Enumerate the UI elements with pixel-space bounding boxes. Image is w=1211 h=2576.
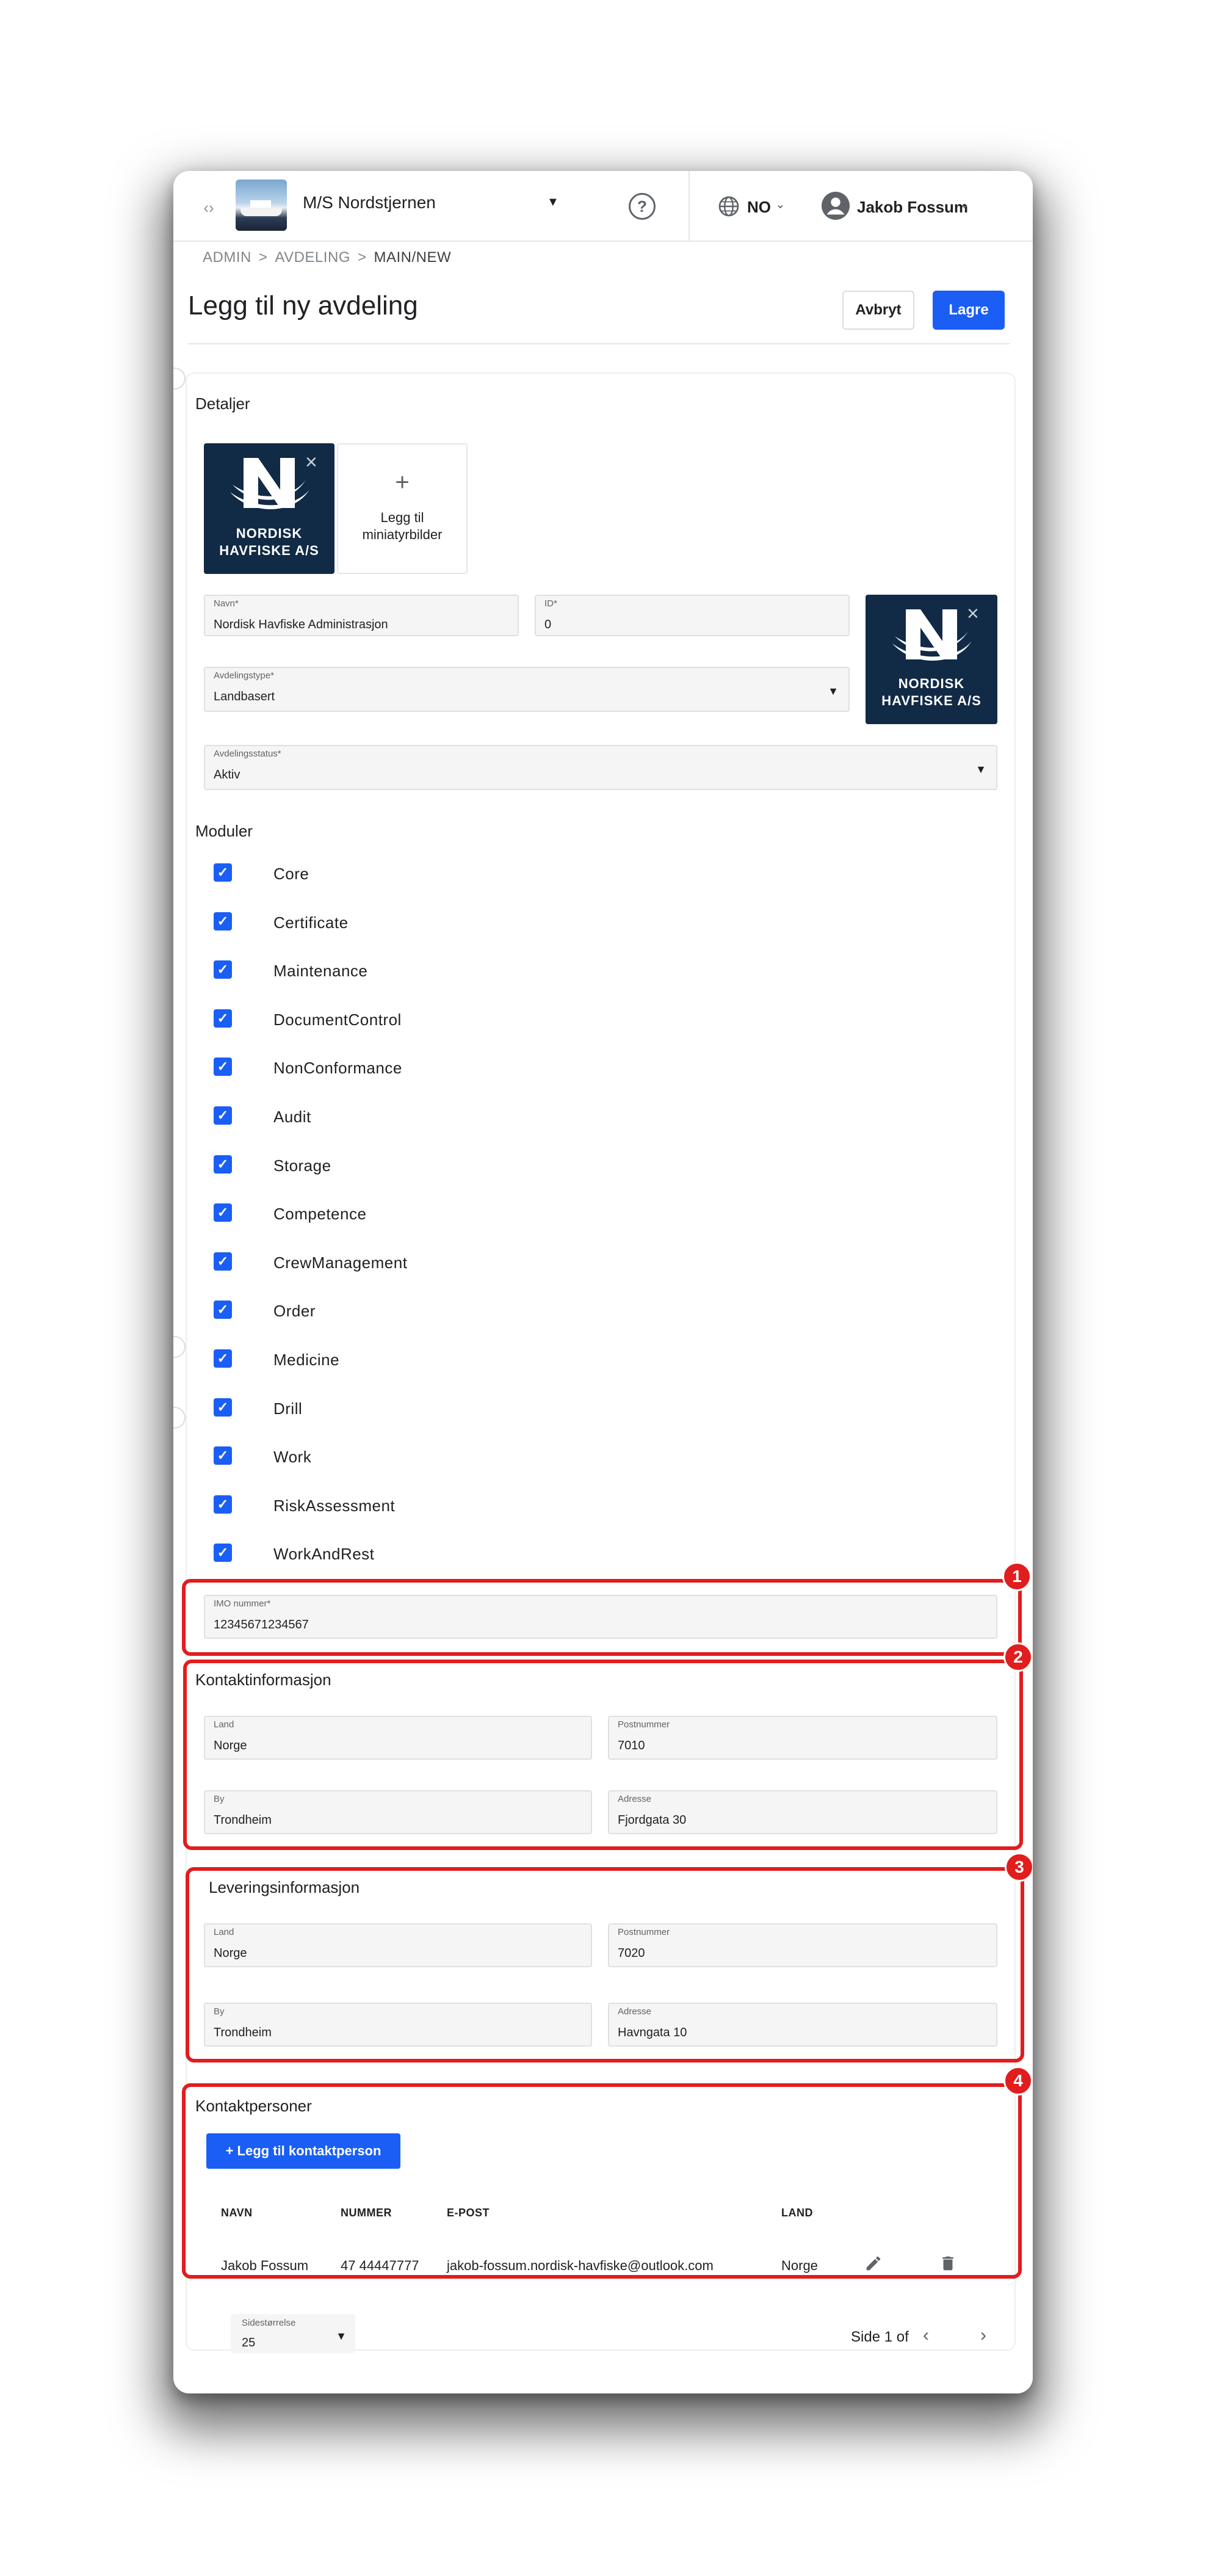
help-icon[interactable]: ? xyxy=(629,193,656,220)
section-title-details: Detaljer xyxy=(195,394,250,413)
caret-down-icon: ▼ xyxy=(975,763,986,775)
checkbox-checked-icon[interactable]: ✓ xyxy=(214,1252,232,1271)
department-type-select[interactable]: Avdelingstype* Landbasert ▼ xyxy=(204,667,850,712)
remove-logo-icon[interactable]: × xyxy=(305,452,317,473)
annotation-badge-2: 2 xyxy=(1003,1642,1033,1672)
caret-down-icon: ▼ xyxy=(828,685,839,697)
annotation-badge-1: 1 xyxy=(1002,1562,1032,1591)
department-logo-preview: × NORDISK HAVFISKE A/S xyxy=(866,595,997,724)
avatar-icon[interactable] xyxy=(822,192,850,220)
logo-mark-icon xyxy=(892,609,972,661)
page-size-select[interactable]: Sidestørrelse 25 ▼ xyxy=(231,2314,355,2353)
caret-down-icon: ▼ xyxy=(336,2330,347,2342)
add-thumbnail-button[interactable]: + Legg til miniatyrbilder xyxy=(337,443,468,574)
chevron-down-icon[interactable]: ⌄ xyxy=(775,197,786,212)
department-status-select[interactable]: Avdelingsstatus* Aktiv ▼ xyxy=(204,745,997,790)
checkbox-checked-icon[interactable]: ✓ xyxy=(214,1155,232,1174)
annotation-badge-3: 3 xyxy=(1005,1852,1033,1882)
globe-icon[interactable] xyxy=(718,195,740,217)
checkbox-checked-icon[interactable]: ✓ xyxy=(214,1058,232,1076)
checkbox-checked-icon[interactable]: ✓ xyxy=(214,1446,232,1465)
breadcrumb-admin[interactable]: ADMIN xyxy=(203,249,251,266)
page-title: Legg til ny avdeling xyxy=(188,291,418,321)
checkbox-checked-icon[interactable]: ✓ xyxy=(214,1544,232,1562)
checkbox-checked-icon[interactable]: ✓ xyxy=(214,912,232,931)
highlight-box-1 xyxy=(182,1579,1022,1656)
remove-logo-icon[interactable]: × xyxy=(967,603,979,624)
checkbox-checked-icon[interactable]: ✓ xyxy=(214,1106,232,1125)
header-divider xyxy=(689,171,690,242)
highlight-box-3 xyxy=(186,1867,1024,2063)
vessel-thumbnail xyxy=(236,180,287,231)
sidebar-toggle-icon[interactable]: ‹› xyxy=(197,195,221,220)
chevron-right-icon[interactable]: › xyxy=(980,2325,986,2346)
sidebar-handle[interactable] xyxy=(173,1336,186,1358)
checkbox-checked-icon[interactable]: ✓ xyxy=(214,1495,232,1514)
id-field[interactable]: ID* 0 xyxy=(535,595,850,636)
breadcrumb-current: MAIN/NEW xyxy=(374,249,452,266)
highlight-box-2 xyxy=(183,1660,1023,1850)
vessel-selector[interactable]: M/S Nordstjernen xyxy=(303,193,436,212)
chevron-down-icon[interactable]: ⌄ xyxy=(960,197,970,212)
sidebar-handle[interactable] xyxy=(173,368,186,390)
name-field[interactable]: Navn* Nordisk Havfiske Administrasjon xyxy=(204,595,519,636)
checkbox-checked-icon[interactable]: ✓ xyxy=(214,1398,232,1417)
breadcrumb-avdeling[interactable]: AVDELING xyxy=(275,249,350,266)
header-divider xyxy=(188,343,1010,344)
checkbox-checked-icon[interactable]: ✓ xyxy=(214,1009,232,1028)
language-selector[interactable]: NO xyxy=(747,198,771,217)
sidebar-handle[interactable] xyxy=(173,1407,186,1429)
save-button[interactable]: Lagre xyxy=(933,291,1005,330)
checkbox-checked-icon[interactable]: ✓ xyxy=(214,863,232,882)
checkbox-checked-icon[interactable]: ✓ xyxy=(214,1301,232,1319)
checkbox-checked-icon[interactable]: ✓ xyxy=(214,1349,232,1368)
user-menu[interactable]: Jakob Fossum xyxy=(857,198,968,217)
logo-mark-icon xyxy=(230,458,309,510)
annotation-badge-4: 4 xyxy=(1003,2066,1033,2095)
checkbox-checked-icon[interactable]: ✓ xyxy=(214,960,232,979)
department-logo-thumbnail: × NORDISK HAVFISKE A/S xyxy=(204,443,334,574)
highlight-box-4 xyxy=(182,2083,1022,2279)
chevron-left-icon[interactable]: ‹ xyxy=(923,2325,929,2346)
caret-down-icon[interactable]: ▼ xyxy=(547,195,559,209)
app-window: ‹› M/S Nordstjernen ▼ ? NO ⌄ Jakob Fossu… xyxy=(173,171,1033,2393)
cancel-button[interactable]: Avbryt xyxy=(842,291,914,330)
page-info: Side 1 of xyxy=(851,2329,909,2345)
plus-icon: + xyxy=(395,469,410,496)
top-bar: ‹› M/S Nordstjernen ▼ ? NO ⌄ Jakob Fossu… xyxy=(173,171,1033,242)
breadcrumb: ADMIN > AVDELING > MAIN/NEW xyxy=(203,249,452,266)
checkbox-checked-icon[interactable]: ✓ xyxy=(214,1203,232,1222)
section-title-modules: Moduler xyxy=(195,822,253,840)
